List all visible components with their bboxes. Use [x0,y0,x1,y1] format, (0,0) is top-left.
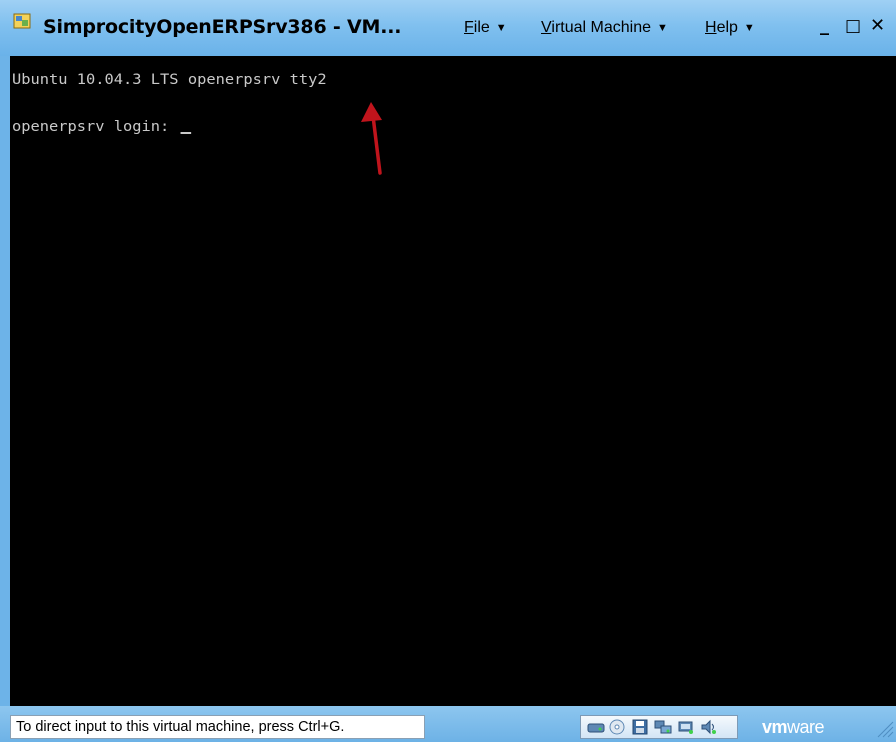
text-cursor [180,132,192,134]
network-adapter-icon[interactable] [654,719,672,735]
console-banner: Ubuntu 10.04.3 LTS openerpsrv tty2 [12,72,327,88]
triangle-down-icon: ▼ [657,22,668,34]
triangle-down-icon: ▼ [495,22,507,34]
cd-rom-icon[interactable] [608,719,626,735]
vm-window: SimprocityOpenERPSrv386 - VM... File ▼ Vi… [0,0,896,742]
menu-file-accel: F [464,19,474,36]
red-arrow-icon [361,102,382,175]
restore-button[interactable]: □ [845,16,861,36]
hard-disk-icon[interactable] [587,719,605,735]
menu-virtual-machine[interactable]: Virtual Machine ▼ [541,19,668,37]
title-bar[interactable]: SimprocityOpenERPSrv386 - VM... File ▼ Vi… [0,0,896,56]
floppy-icon[interactable] [631,719,649,735]
close-button[interactable]: ✕ [870,16,885,36]
vmware-logo-light: ware [787,717,825,737]
menu-help[interactable]: Help ▼ [705,19,755,37]
menu-help-accel: H [705,19,717,36]
minimize-button[interactable]: _ [820,16,829,36]
sound-icon[interactable] [700,719,718,735]
resize-grip-icon[interactable] [874,716,894,738]
login-prompt: openerpsrv login: [12,119,179,135]
vmware-logo-bold: vm [762,717,788,737]
window-title: SimprocityOpenERPSrv386 - VM... [43,16,402,38]
usb-icon[interactable] [677,719,695,735]
vm-console[interactable]: Ubuntu 10.04.3 LTS openerpsrv tty2 opene… [10,56,896,706]
menu-help-label: elp [716,19,738,36]
status-bar: To direct input to this virtual machine,… [0,706,896,742]
menu-file[interactable]: File ▼ [464,19,507,37]
menu-virtual-machine-label: irtual Machine [551,19,651,36]
menu-virtual-machine-accel: V [541,19,552,36]
menu-file-label: ile [473,19,490,36]
triangle-down-icon: ▼ [743,22,755,34]
vmware-logo: vmware [762,717,825,738]
status-message: To direct input to this virtual machine,… [10,715,425,739]
device-tray [580,715,738,739]
vmware-app-icon[interactable] [13,12,31,30]
console-login-line: openerpsrv login: [12,119,192,135]
